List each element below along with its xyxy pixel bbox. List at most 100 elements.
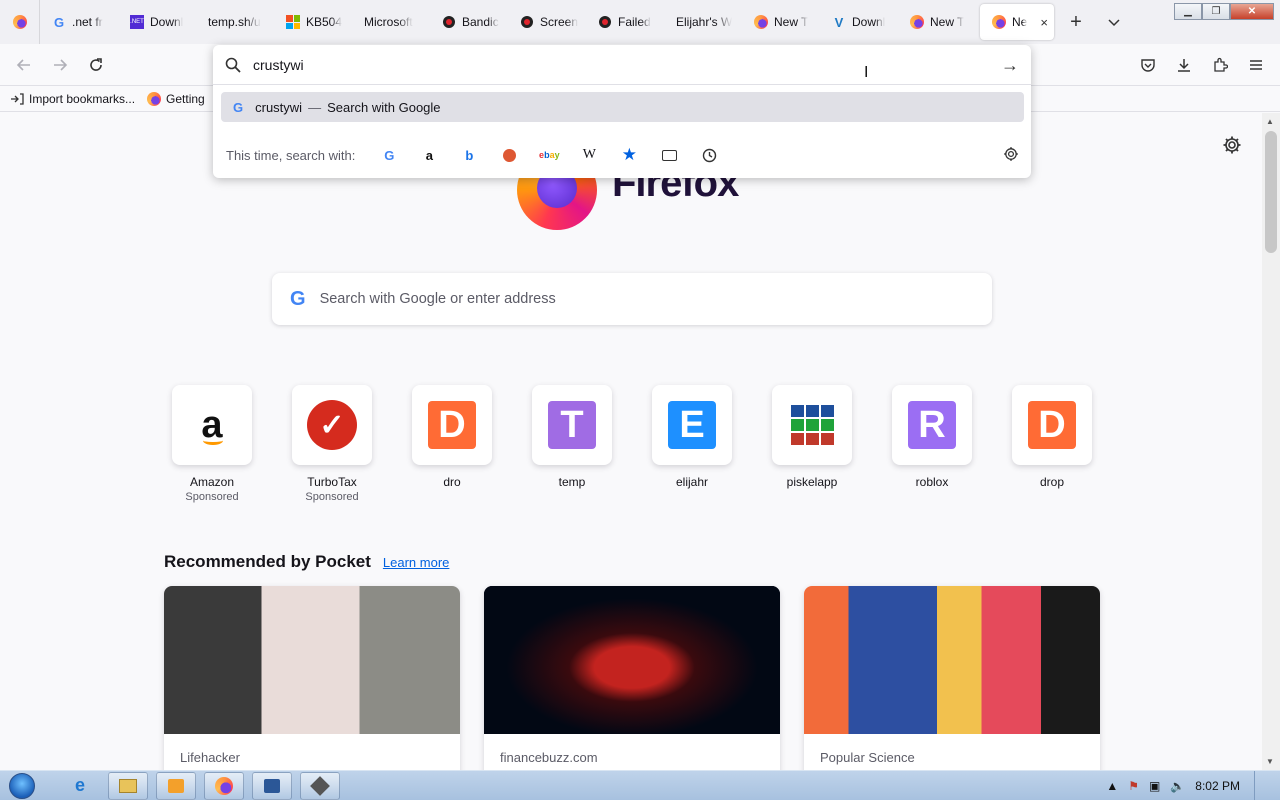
pocket-card[interactable]: Popular Science: [804, 586, 1100, 770]
history-clock-icon[interactable]: [689, 141, 729, 169]
bookmark-label: Getting: [166, 91, 205, 106]
shortcut-sponsored: Sponsored: [185, 491, 239, 503]
app-menu-button[interactable]: [1242, 52, 1270, 78]
page-scrollbar[interactable]: ▲ ▼: [1262, 113, 1280, 770]
suggestion-query: crustywi: [255, 99, 303, 115]
pocket-card[interactable]: Lifehacker: [164, 586, 460, 770]
tab[interactable]: New T: [898, 4, 976, 40]
tab-label: Downl: [150, 15, 184, 29]
firefox-view-button[interactable]: [0, 0, 40, 44]
wikipedia-engine-icon[interactable]: W: [569, 141, 609, 169]
pocket-button[interactable]: [1134, 52, 1162, 78]
shortcut-tile: E: [652, 385, 732, 465]
urlbar-panel: → G crustywi — Search with Google This t…: [213, 45, 1031, 178]
scroll-up-icon[interactable]: ▲: [1266, 117, 1274, 126]
tab[interactable]: Failed: [586, 4, 664, 40]
shortcut-dro[interactable]: D dro: [412, 385, 492, 503]
bookmarks-star-icon[interactable]: ★: [609, 141, 649, 169]
card-source: financebuzz.com: [500, 750, 598, 765]
bookmark-getting-started[interactable]: Getting: [147, 91, 205, 106]
tab[interactable]: V Downl: [820, 4, 898, 40]
window-controls: ▁ ❐ ✕: [1174, 3, 1274, 20]
restore-button[interactable]: ❐: [1202, 3, 1230, 20]
firefox-icon: [12, 15, 27, 29]
tab-active[interactable]: Ne ×: [980, 4, 1054, 40]
d-letter-icon: D: [428, 401, 476, 449]
tab[interactable]: KB504: [274, 4, 352, 40]
go-arrow-icon[interactable]: →: [1001, 55, 1019, 76]
search-placeholder: Search with Google or enter address: [319, 291, 556, 307]
forward-button[interactable]: [46, 52, 74, 78]
shortcut-drop[interactable]: D drop: [1012, 385, 1092, 503]
network-icon[interactable]: ▣: [1149, 779, 1160, 793]
tab[interactable]: Microsoft: [352, 4, 430, 40]
taskbar-explorer[interactable]: [108, 771, 148, 800]
bing-engine-icon[interactable]: b: [449, 141, 489, 169]
tab-label: temp.sh/u: [208, 15, 261, 29]
suggestion-separator: —: [308, 99, 322, 115]
tab[interactable]: G .net fr: [40, 4, 118, 40]
volume-muted-icon[interactable]: 🔈: [1170, 779, 1185, 793]
shortcut-piskelapp[interactable]: piskelapp: [772, 385, 852, 503]
pocket-card[interactable]: financebuzz.com: [484, 586, 780, 770]
duckduckgo-engine-icon[interactable]: [489, 141, 529, 169]
tab[interactable]: temp.sh/u: [196, 4, 274, 40]
new-tab-button[interactable]: +: [1056, 6, 1096, 38]
tab[interactable]: Elijahr's W: [664, 4, 742, 40]
clock[interactable]: 8:02 PM: [1195, 779, 1240, 793]
folder-icon: [119, 778, 137, 793]
extensions-button[interactable]: [1206, 52, 1234, 78]
list-all-tabs-button[interactable]: [1096, 6, 1132, 38]
taskbar-internet-explorer[interactable]: e: [60, 772, 100, 800]
shortcut-temp[interactable]: T temp: [532, 385, 612, 503]
address-input[interactable]: [253, 56, 953, 73]
taskbar-media-player[interactable]: [156, 771, 196, 800]
record-icon: [598, 15, 612, 29]
shortcut-title: dro: [443, 475, 461, 489]
tab[interactable]: .NET Downl: [118, 4, 196, 40]
minimize-button[interactable]: ▁: [1174, 3, 1202, 20]
start-button[interactable]: [0, 771, 44, 800]
taskbar-app-6[interactable]: [300, 771, 340, 800]
tab-strip: G .net fr .NET Downl temp.sh/u KB504 Microsoft…: [0, 0, 1280, 44]
tray-expand-icon[interactable]: ▲: [1106, 779, 1118, 793]
tab[interactable]: Screen: [508, 4, 586, 40]
shortcut-amazon[interactable]: a Amazon Sponsored: [172, 385, 252, 503]
reload-button[interactable]: [82, 52, 110, 78]
learn-more-link[interactable]: Learn more: [383, 555, 449, 570]
page-search-box[interactable]: G Search with Google or enter address: [272, 273, 992, 325]
shortcut-turbotax[interactable]: ✓ TurboTax Sponsored: [292, 385, 372, 503]
tab[interactable]: Bandic: [430, 4, 508, 40]
tab-label: Bandic: [462, 15, 499, 29]
bookmark-import[interactable]: Import bookmarks...: [10, 92, 135, 106]
shortcut-tile: a: [172, 385, 252, 465]
ebay-engine-icon[interactable]: ebay: [529, 141, 569, 169]
shortcut-tile: T: [532, 385, 612, 465]
back-button[interactable]: [10, 52, 38, 78]
search-settings-gear-icon[interactable]: [1003, 146, 1019, 165]
personalize-button[interactable]: [1222, 135, 1242, 155]
close-window-button[interactable]: ✕: [1230, 3, 1274, 20]
show-desktop-button[interactable]: [1254, 771, 1266, 800]
tab[interactable]: New T: [742, 4, 820, 40]
shortcut-elijahr[interactable]: E elijahr: [652, 385, 732, 503]
turbotax-check-icon: ✓: [307, 400, 357, 450]
action-center-icon[interactable]: ⚑: [1128, 779, 1139, 793]
amazon-engine-icon[interactable]: a: [409, 141, 449, 169]
windows-taskbar: e ▲ ⚑ ▣ 🔈 8:02 PM: [0, 770, 1280, 800]
downloads-button[interactable]: [1170, 52, 1198, 78]
scroll-down-icon[interactable]: ▼: [1266, 757, 1274, 766]
search-suggestion[interactable]: G crustywi — Search with Google: [221, 92, 1024, 122]
firefox-icon: [754, 15, 768, 29]
close-tab-icon[interactable]: ×: [1040, 15, 1048, 30]
google-engine-icon[interactable]: G: [369, 141, 409, 169]
taskbar-app-5[interactable]: [252, 771, 292, 800]
internet-explorer-icon: e: [74, 775, 85, 795]
suggestion-action: Search with Google: [327, 99, 441, 115]
scroll-thumb[interactable]: [1265, 131, 1277, 253]
shortcut-roblox[interactable]: R roblox: [892, 385, 972, 503]
system-tray: ▲ ⚑ ▣ 🔈 8:02 PM: [1106, 771, 1280, 800]
tabs-icon[interactable]: [649, 141, 689, 169]
tab-label: Ne: [1012, 15, 1028, 29]
taskbar-firefox[interactable]: [204, 771, 244, 800]
